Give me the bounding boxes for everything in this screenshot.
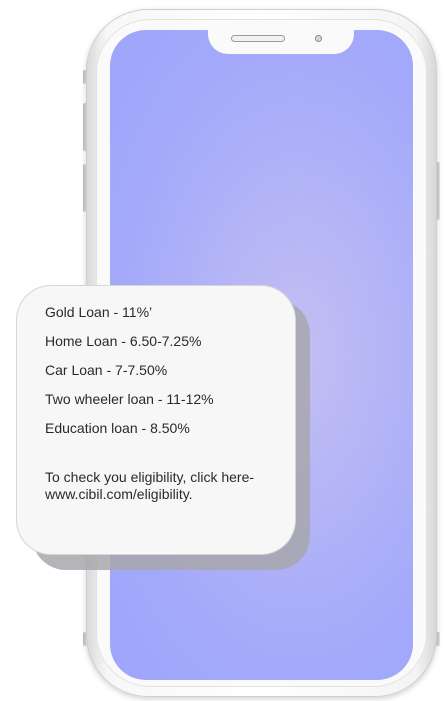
loan-rate-car: Car Loan - 7-7.50%	[45, 362, 168, 378]
loan-rate-two-wheeler: Two wheeler loan - 11-12%	[45, 391, 214, 407]
speaker-grille-icon	[231, 35, 285, 42]
message-bubble: Gold Loan - 11%’ Home Loan - 6.50-7.25% …	[17, 286, 295, 554]
eligibility-link-text: To check you eligibility, click here- ww…	[45, 469, 255, 502]
loan-rate-education: Education loan - 8.50%	[45, 420, 190, 436]
loan-rate-home: Home Loan - 6.50-7.25%	[45, 333, 202, 349]
loan-rate-gold: Gold Loan - 11%’	[45, 304, 153, 320]
front-camera-icon	[315, 35, 322, 42]
phone-mockup-stage: Gold Loan - 11%’ Home Loan - 6.50-7.25% …	[0, 0, 445, 701]
